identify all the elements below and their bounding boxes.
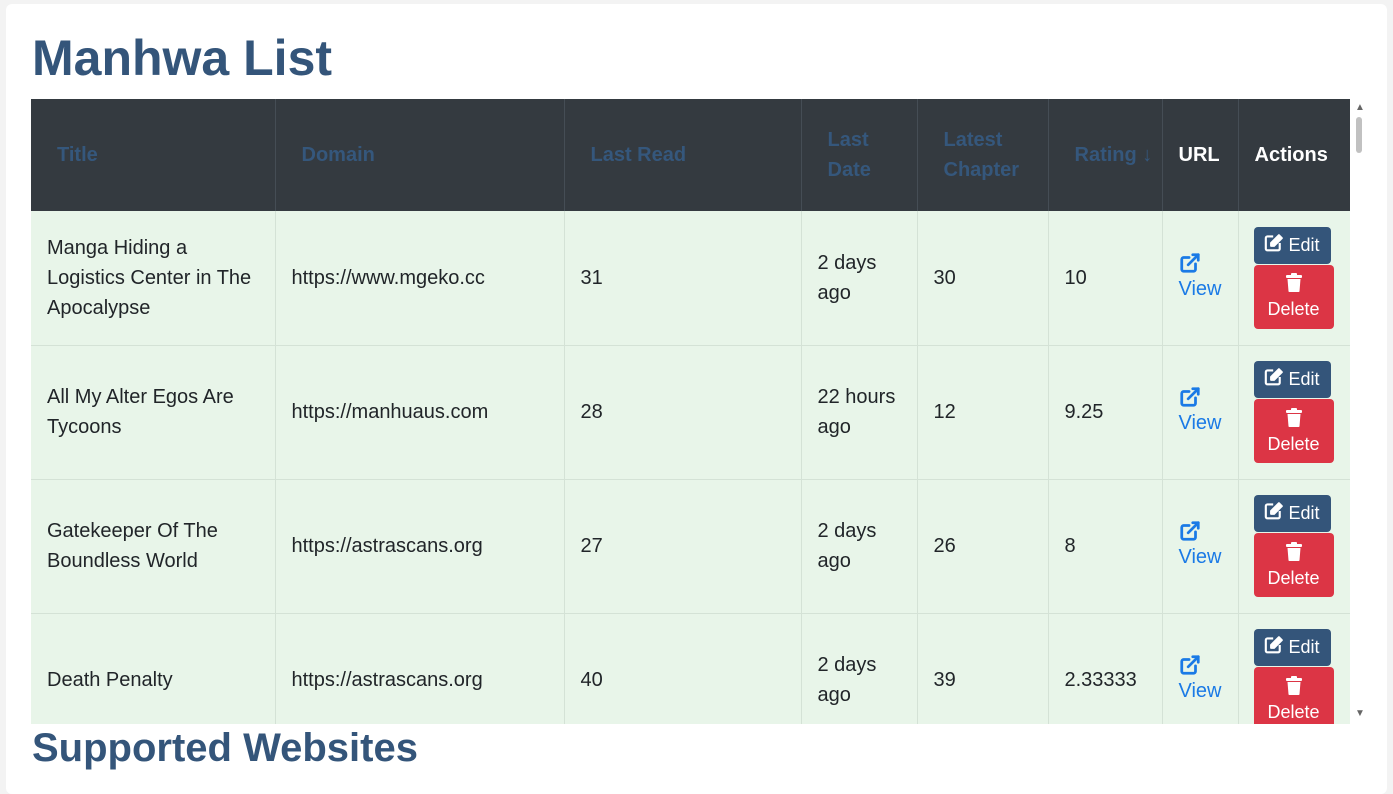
cell-title: Death Penalty — [31, 613, 276, 724]
cell-title: Gatekeeper Of The Boundless World — [31, 479, 276, 614]
trash-icon — [1285, 273, 1302, 297]
trash-icon — [1285, 541, 1302, 566]
delete-button-label: Delete — [1267, 567, 1320, 588]
cell-url: View — [1162, 345, 1239, 480]
column-header-latest-chapter[interactable]: Latest Chapter — [917, 99, 1049, 211]
cell-title: Manga Hiding a Logistics Center in The A… — [31, 211, 276, 346]
edit-button[interactable]: Edit — [1253, 226, 1331, 264]
cell-domain: https://manhuaus.com — [275, 345, 565, 480]
scroll-thumb[interactable] — [1356, 117, 1362, 153]
table-body: Manga Hiding a Logistics Center in The A… — [31, 211, 1350, 724]
view-link-label: View — [1178, 412, 1222, 434]
table-scrollbar[interactable]: ▲ ▼ — [1351, 99, 1367, 724]
supported-websites-heading: Supported Websites — [32, 726, 418, 770]
cell-rating: 10 — [1048, 211, 1163, 346]
trash-icon — [1285, 407, 1302, 432]
cell-last-date: 2 days ago — [801, 613, 918, 724]
delete-button-label: Delete — [1267, 299, 1320, 320]
view-link[interactable]: View — [1179, 386, 1222, 438]
edit-icon — [1264, 233, 1284, 257]
table-row: Manga Hiding a Logistics Center in The A… — [31, 211, 1350, 346]
cell-latest-chapter: 39 — [917, 613, 1049, 724]
view-link-label: View — [1178, 277, 1222, 300]
scroll-down-arrow-icon[interactable]: ▼ — [1355, 709, 1365, 719]
cell-rating: 8 — [1048, 479, 1163, 614]
manhwa-table-container[interactable]: Title Domain Last Read Last Date Latest … — [31, 99, 1350, 724]
external-link-icon — [1179, 386, 1222, 408]
column-header-actions: Actions — [1238, 99, 1350, 211]
view-link-label: View — [1178, 680, 1222, 702]
table-row: Death Penalty https://astrascans.org 40 … — [31, 613, 1350, 724]
edit-button[interactable]: Edit — [1253, 361, 1331, 398]
view-link-label: View — [1178, 546, 1222, 568]
trash-icon — [1285, 675, 1302, 700]
column-header-last-read[interactable]: Last Read — [564, 99, 802, 211]
edit-button-label: Edit — [1288, 234, 1320, 255]
cell-rating: 9.25 — [1048, 345, 1163, 480]
cell-domain: https://astrascans.org — [275, 613, 565, 724]
manhwa-table: Title Domain Last Read Last Date Latest … — [31, 99, 1350, 724]
column-header-url: URL — [1162, 99, 1239, 211]
column-header-last-date[interactable]: Last Date — [801, 99, 918, 211]
external-link-icon — [1179, 654, 1222, 676]
delete-button[interactable]: Delete — [1253, 399, 1334, 463]
cell-latest-chapter: 30 — [917, 211, 1049, 346]
cell-last-read: 40 — [564, 613, 802, 724]
cell-latest-chapter: 26 — [917, 479, 1049, 614]
cell-url: View — [1162, 613, 1239, 724]
edit-button[interactable]: Edit — [1253, 495, 1331, 532]
column-header-title[interactable]: Title — [31, 99, 276, 211]
delete-button-label: Delete — [1267, 701, 1320, 722]
delete-button[interactable]: Delete — [1253, 264, 1334, 329]
edit-button-label: Edit — [1288, 637, 1320, 657]
external-link-icon — [1179, 520, 1222, 542]
cell-actions: Edit Delete — [1238, 211, 1350, 346]
edit-icon — [1264, 636, 1284, 659]
cell-last-read: 31 — [564, 211, 802, 346]
cell-last-date: 2 days ago — [801, 479, 918, 614]
cell-last-read: 27 — [564, 479, 802, 614]
table-row: All My Alter Egos Are Tycoons https://ma… — [31, 345, 1350, 480]
delete-button[interactable]: Delete — [1253, 533, 1334, 597]
cell-rating: 2.33333 — [1048, 613, 1163, 724]
cell-url: View — [1162, 479, 1239, 614]
view-link[interactable]: View — [1179, 252, 1222, 304]
table-header-row: Title Domain Last Read Last Date Latest … — [31, 99, 1350, 211]
cell-actions: Edit Delete — [1238, 345, 1350, 480]
cell-last-read: 28 — [564, 345, 802, 480]
page-title: Manhwa List — [32, 30, 333, 86]
cell-last-date: 22 hours ago — [801, 345, 918, 480]
scroll-up-arrow-icon[interactable]: ▲ — [1355, 103, 1365, 113]
cell-actions: Edit Delete — [1238, 479, 1350, 614]
view-link[interactable]: View — [1179, 654, 1222, 706]
cell-title: All My Alter Egos Are Tycoons — [31, 345, 276, 480]
cell-domain: https://astrascans.org — [275, 479, 565, 614]
external-link-icon — [1179, 252, 1222, 274]
edit-icon — [1264, 368, 1284, 391]
cell-actions: Edit Delete — [1238, 613, 1350, 724]
cell-url: View — [1162, 211, 1239, 346]
edit-icon — [1264, 502, 1284, 525]
column-header-domain[interactable]: Domain — [275, 99, 565, 211]
table-row: Gatekeeper Of The Boundless World https:… — [31, 479, 1350, 614]
delete-button[interactable]: Delete — [1253, 667, 1334, 724]
cell-latest-chapter: 12 — [917, 345, 1049, 480]
cell-domain: https://www.mgeko.cc — [275, 211, 565, 346]
edit-button-label: Edit — [1288, 503, 1320, 523]
column-header-rating[interactable]: Rating ↓ — [1048, 99, 1163, 211]
cell-last-date: 2 days ago — [801, 211, 918, 346]
edit-button[interactable]: Edit — [1253, 629, 1331, 666]
view-link[interactable]: View — [1179, 520, 1222, 572]
edit-button-label: Edit — [1288, 369, 1320, 389]
delete-button-label: Delete — [1267, 433, 1320, 454]
